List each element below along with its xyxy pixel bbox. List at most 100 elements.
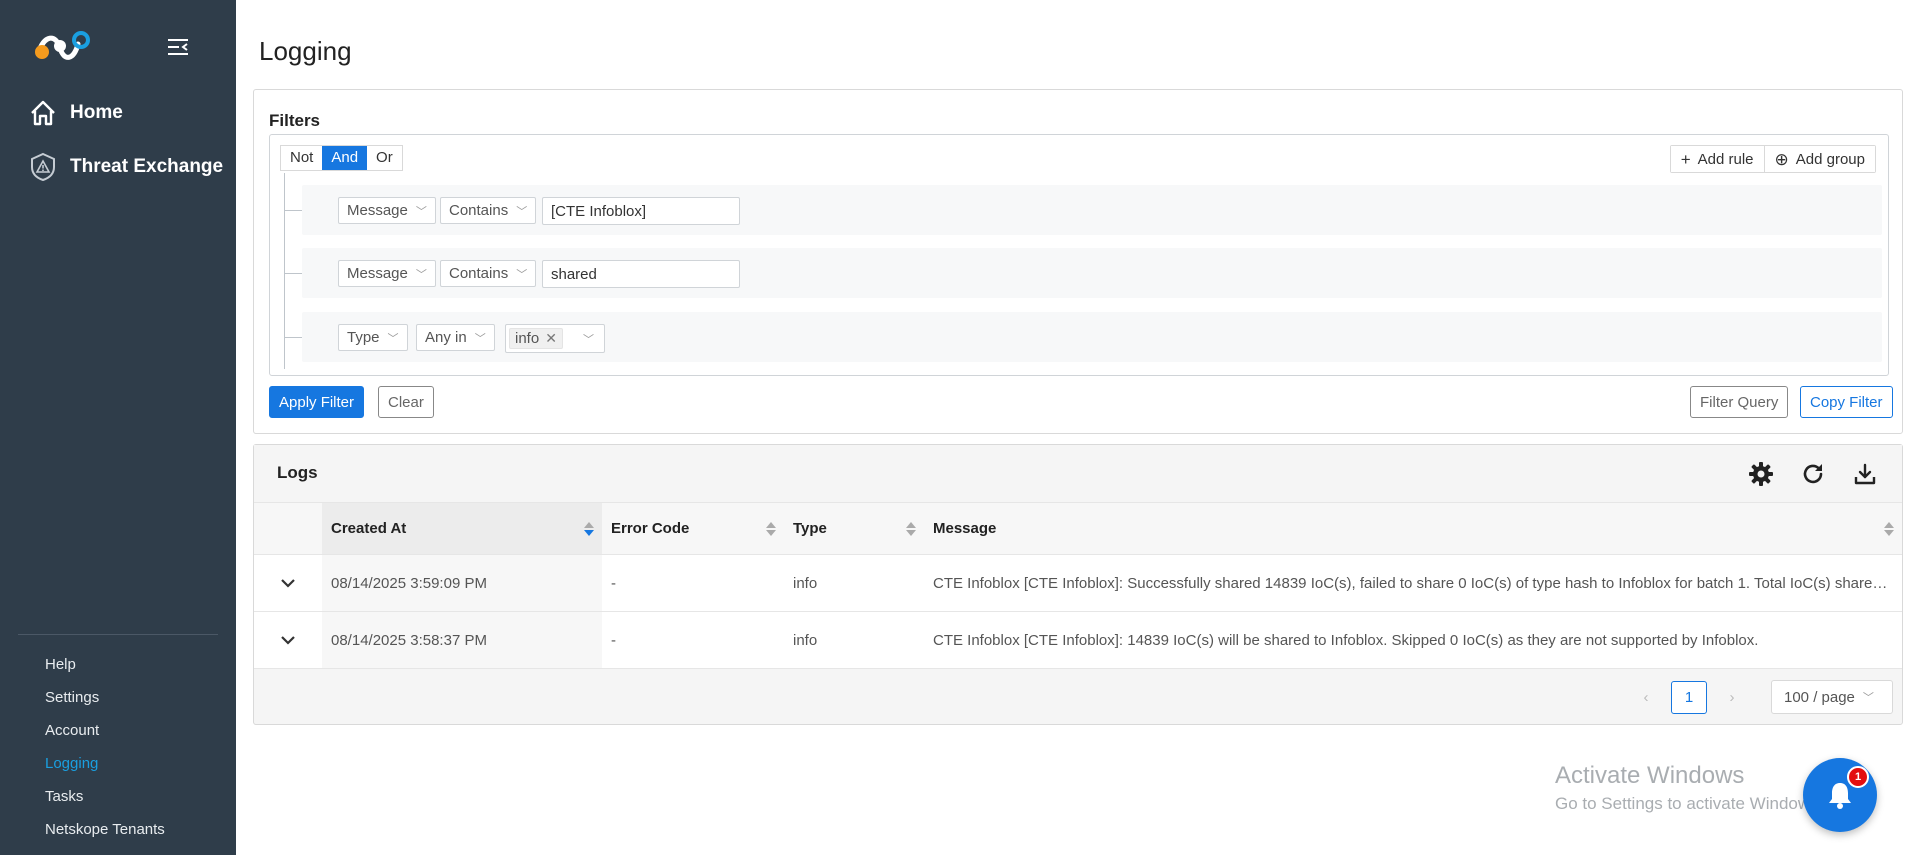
copy-filter-button[interactable]: Copy Filter bbox=[1800, 386, 1893, 418]
add-group-label: Add group bbox=[1795, 150, 1865, 168]
gear-icon[interactable] bbox=[1748, 461, 1774, 487]
nav-link-tasks[interactable]: Tasks bbox=[45, 787, 165, 820]
add-rule-button[interactable]: + Add rule bbox=[1670, 146, 1764, 172]
clear-button[interactable]: Clear bbox=[378, 386, 434, 418]
home-icon bbox=[28, 98, 58, 128]
nav-link-account[interactable]: Account bbox=[45, 721, 165, 754]
column-header-label: Error Code bbox=[611, 520, 690, 537]
nav-item-threat-exchange[interactable]: Threat Exchange bbox=[28, 152, 223, 182]
rule-operator-select[interactable]: Contains ﹀ bbox=[440, 197, 537, 224]
created-at-cell: 08/14/2025 3:58:37 PM bbox=[322, 611, 602, 669]
chevron-left-icon[interactable]: ‹ bbox=[1631, 689, 1661, 706]
type-cell: info bbox=[784, 611, 924, 669]
app-logo[interactable] bbox=[34, 30, 90, 64]
filter-rule: Message ﹀ Contains ﹀ bbox=[284, 185, 1882, 235]
combinator-or[interactable]: Or bbox=[367, 146, 402, 170]
watermark-title: Activate Windows bbox=[1555, 762, 1745, 789]
logs-header: Logs bbox=[254, 445, 1902, 502]
table-row[interactable]: 08/14/2025 3:59:09 PM - info CTE Infoblo… bbox=[254, 554, 1902, 612]
combinator-not[interactable]: Not bbox=[281, 146, 323, 170]
page-number-current[interactable]: 1 bbox=[1671, 680, 1707, 714]
chevron-down-icon[interactable] bbox=[263, 635, 313, 645]
apply-filter-button[interactable]: Apply Filter bbox=[269, 386, 365, 418]
close-icon[interactable]: ✕ bbox=[545, 330, 557, 347]
rule-field-select[interactable]: Message ﹀ bbox=[338, 260, 436, 287]
windows-activation-watermark: Activate Windows Go to Settings to activ… bbox=[1555, 762, 1823, 814]
rule-operator-value: Contains bbox=[449, 202, 509, 219]
rule-value-input[interactable] bbox=[542, 197, 740, 225]
menu-collapse-icon[interactable] bbox=[166, 36, 190, 58]
sidebar-divider bbox=[18, 634, 218, 635]
chevron-down-icon: ﹀ bbox=[516, 268, 528, 281]
sort-icon[interactable] bbox=[766, 520, 776, 538]
chevron-right-icon[interactable]: › bbox=[1717, 689, 1747, 706]
rule-field-select[interactable]: Message ﹀ bbox=[338, 197, 436, 224]
chevron-down-icon: ﹀ bbox=[583, 334, 594, 346]
combinator-and[interactable]: And bbox=[322, 146, 368, 170]
rule-multi-select[interactable]: info ✕ ﹀ bbox=[505, 324, 605, 353]
filter-rule: Type ﹀ Any in ﹀ info ✕ ﹀ bbox=[284, 312, 1882, 362]
filters-title: Filters bbox=[269, 111, 321, 130]
sort-icon[interactable] bbox=[906, 520, 916, 538]
table-row[interactable]: 08/14/2025 3:58:37 PM - info CTE Infoblo… bbox=[254, 611, 1902, 669]
rule-connector bbox=[284, 337, 302, 338]
nav-link-settings[interactable]: Settings bbox=[45, 688, 165, 721]
query-builder: Not And Or + Add rule ⊕ Add group Messag… bbox=[269, 134, 1889, 376]
selected-tag: info ✕ bbox=[509, 328, 563, 349]
chevron-down-icon: ﹀ bbox=[387, 332, 399, 345]
sort-icon[interactable] bbox=[1884, 520, 1894, 538]
logs-panel: Logs Created At Error Code Type Message … bbox=[253, 444, 1903, 725]
page-size-select[interactable]: 100 / page ﹀ bbox=[1771, 680, 1893, 714]
secondary-nav: Help Settings Account Logging Tasks Nets… bbox=[45, 655, 165, 853]
expand-cell[interactable] bbox=[254, 611, 322, 669]
nav-link-netskope-tenants[interactable]: Netskope Tenants bbox=[45, 820, 165, 853]
sort-icon[interactable] bbox=[584, 520, 594, 538]
column-header-error-code[interactable]: Error Code bbox=[602, 502, 784, 555]
logs-title: Logs bbox=[277, 463, 318, 482]
rule-field-value: Type bbox=[347, 329, 380, 346]
page-size-value: 100 / page bbox=[1784, 688, 1855, 706]
watermark-subtitle: Go to Settings to activate Windows. bbox=[1555, 794, 1824, 813]
rule-operator-value: Contains bbox=[449, 265, 509, 282]
nav-item-label: Home bbox=[70, 102, 123, 123]
chevron-down-icon: ﹀ bbox=[415, 205, 427, 218]
refresh-icon[interactable] bbox=[1800, 461, 1826, 487]
type-cell: info bbox=[784, 554, 924, 612]
shield-alert-icon bbox=[28, 152, 58, 182]
message-cell: CTE Infoblox [CTE Infoblox]: 14839 IoC(s… bbox=[924, 611, 1902, 669]
rule-field-select[interactable]: Type ﹀ bbox=[338, 324, 408, 351]
filter-query-button[interactable]: Filter Query bbox=[1690, 386, 1789, 418]
tag-label: info bbox=[515, 330, 540, 347]
nav-link-logging[interactable]: Logging bbox=[45, 754, 165, 787]
column-header-created-at[interactable]: Created At bbox=[322, 502, 602, 555]
combinator-toggle: Not And Or bbox=[280, 145, 403, 171]
chevron-down-icon[interactable] bbox=[263, 578, 313, 588]
rule-operator-select[interactable]: Any in ﹀ bbox=[416, 324, 495, 351]
plus-icon: + bbox=[1680, 149, 1691, 169]
chevron-down-icon: ﹀ bbox=[415, 268, 427, 281]
created-at-cell: 08/14/2025 3:59:09 PM bbox=[322, 554, 602, 612]
rule-value-input[interactable] bbox=[542, 260, 740, 288]
sidebar: Home Threat Exchange Help Settings Accou… bbox=[0, 0, 236, 855]
add-group-button[interactable]: ⊕ Add group bbox=[1763, 146, 1875, 172]
error-code-cell: - bbox=[602, 554, 784, 612]
expand-cell[interactable] bbox=[254, 554, 322, 612]
notification-button[interactable]: 1 bbox=[1803, 758, 1877, 832]
rule-operator-value: Any in bbox=[425, 329, 467, 346]
plus-circle-icon: ⊕ bbox=[1774, 149, 1789, 169]
error-code-cell: - bbox=[602, 611, 784, 669]
rule-operator-select[interactable]: Contains ﹀ bbox=[440, 260, 537, 287]
rule-tree-line bbox=[284, 173, 285, 369]
main-nav: Home Threat Exchange bbox=[28, 98, 223, 206]
rule-field-value: Message bbox=[347, 265, 408, 282]
logs-toolbar bbox=[1748, 461, 1878, 487]
nav-item-home[interactable]: Home bbox=[28, 98, 223, 128]
column-header-type[interactable]: Type bbox=[784, 502, 924, 555]
logs-table: Created At Error Code Type Message 08/14… bbox=[254, 502, 1902, 669]
notification-count-badge: 1 bbox=[1847, 766, 1869, 788]
column-header-message[interactable]: Message bbox=[924, 502, 1902, 555]
group-actions: + Add rule ⊕ Add group bbox=[1669, 145, 1876, 173]
nav-link-help[interactable]: Help bbox=[45, 655, 165, 688]
chevron-down-icon: ﹀ bbox=[1862, 692, 1874, 704]
download-icon[interactable] bbox=[1852, 461, 1878, 487]
